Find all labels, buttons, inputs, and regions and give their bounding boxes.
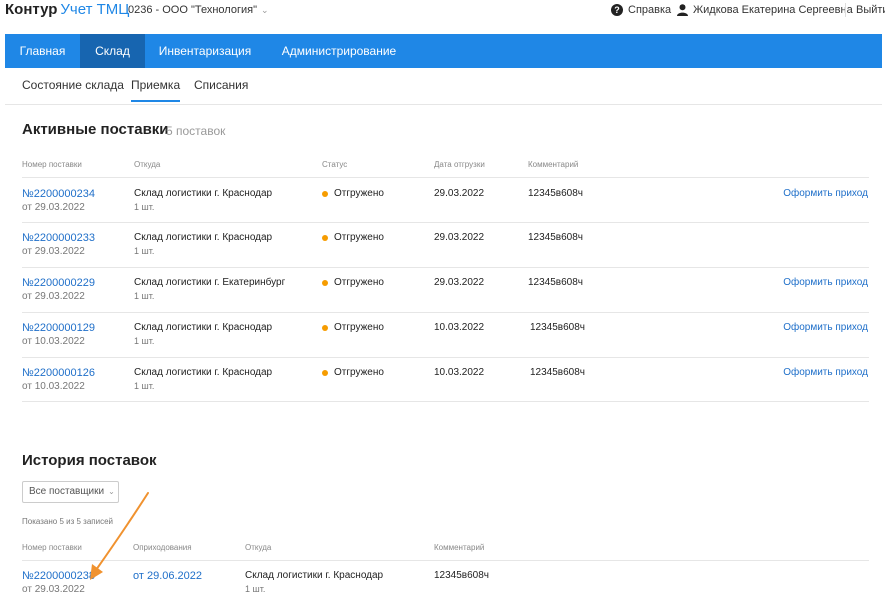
org-name: 0236 - ООО "Технология" — [128, 4, 257, 16]
quantity: 1 шт. — [245, 584, 266, 594]
divider — [845, 3, 846, 17]
chevron-down-icon: ⌄ — [260, 5, 269, 15]
column-header: Дата отгрузки — [434, 160, 485, 169]
table-row: №2200000126 от 10.03.2022 Склад логистик… — [0, 357, 885, 401]
source-warehouse: Склад логистики г. Краснодар — [245, 570, 384, 581]
sub-nav: Состояние склада Приемка Списания — [0, 68, 885, 104]
status: Отгружено — [322, 188, 384, 199]
shipment-date: 29.03.2022 — [434, 188, 485, 199]
help-label: Справка — [628, 4, 672, 16]
delivery-number-link[interactable]: №2200000233 — [22, 232, 95, 244]
tab-administration[interactable]: Администрирование — [265, 34, 413, 68]
logo[interactable]: Контур Учет ТМЦ — [5, 2, 129, 18]
delivery-date: от 10.03.2022 — [22, 336, 85, 347]
status-label: Отгружено — [334, 188, 384, 199]
shipment-date: 10.03.2022 — [434, 322, 485, 333]
subtab-stock-state[interactable]: Состояние склада — [22, 78, 124, 92]
table-row: №2200000129 от 10.03.2022 Склад логистик… — [0, 312, 885, 356]
status: Отгружено — [322, 277, 384, 288]
quantity: 1 шт. — [134, 291, 155, 301]
column-header: Номер поставки — [22, 160, 82, 169]
user-menu[interactable]: Жидкова Екатерина Сергеевна — [677, 4, 853, 16]
quantity: 1 шт. — [134, 202, 155, 212]
delivery-date: от 29.03.2022 — [22, 291, 85, 302]
brand-name: Контур — [5, 1, 58, 18]
register-receipt-link[interactable]: Оформить приход — [783, 277, 868, 288]
logout-link[interactable]: Выйти — [856, 4, 885, 16]
user-icon — [677, 4, 688, 16]
comment: 12345в608ч — [530, 367, 586, 378]
main-nav: Главная Склад Инвентаризация Администрир… — [5, 34, 882, 68]
shipment-date: 29.03.2022 — [434, 232, 485, 243]
subtab-receiving[interactable]: Приемка — [131, 78, 181, 102]
quantity: 1 шт. — [134, 381, 155, 391]
column-header: Откуда — [245, 543, 272, 552]
comment: 12345в608ч — [528, 277, 584, 288]
quantity: 1 шт. — [134, 246, 155, 256]
register-receipt-link[interactable]: Оформить приход — [783, 188, 868, 199]
tab-inventory[interactable]: Инвентаризация — [145, 34, 265, 68]
divider — [5, 104, 882, 105]
source-warehouse: Склад логистики г. Екатеринбург — [134, 277, 286, 288]
app-name: Учет ТМЦ — [60, 1, 130, 18]
comment: 12345в608ч — [530, 322, 586, 333]
source-warehouse: Склад логистики г. Краснодар — [134, 367, 273, 378]
status: Отгружено — [322, 367, 384, 378]
register-receipt-link[interactable]: Оформить приход — [783, 322, 868, 333]
top-bar: Контур Учет ТМЦ 0236 - ООО "Технология" ⌄ … — [0, 0, 885, 22]
source-warehouse: Склад логистики г. Краснодар — [134, 322, 273, 333]
table-row: №2200000229 от 29.03.2022 Склад логистик… — [0, 267, 885, 311]
tab-warehouse[interactable]: Склад — [80, 34, 145, 68]
comment: 12345в608ч — [434, 570, 490, 581]
column-header: Откуда — [134, 160, 161, 169]
comment: 12345в608ч — [528, 232, 584, 243]
status-label: Отгружено — [334, 277, 384, 288]
tab-main[interactable]: Главная — [5, 34, 80, 68]
status-dot-icon — [322, 369, 328, 376]
column-header: Комментарий — [434, 543, 485, 552]
status: Отгружено — [322, 322, 384, 333]
comment: 12345в608ч — [528, 188, 584, 199]
status-dot-icon — [322, 190, 328, 197]
question-icon: ? — [611, 4, 623, 16]
delivery-number-link[interactable]: №2200000234 — [22, 188, 95, 200]
history-title: История поставок — [22, 452, 157, 469]
org-selector[interactable]: 0236 - ООО "Технология" ⌄ — [128, 4, 269, 16]
status-label: Отгружено — [334, 232, 384, 243]
delivery-number-link[interactable]: №2200000126 — [22, 367, 95, 379]
source-warehouse: Склад логистики г. Краснодар — [134, 232, 273, 243]
active-deliveries-count: 5 поставок — [166, 124, 226, 138]
annotation-arrow-icon — [90, 492, 149, 580]
column-header: Статус — [322, 160, 348, 169]
source-warehouse: Склад логистики г. Краснодар — [134, 188, 273, 199]
delivery-number-link[interactable]: №2200000229 — [22, 277, 95, 289]
quantity: 1 шт. — [134, 336, 155, 346]
subtab-write-offs[interactable]: Списания — [194, 78, 248, 92]
help-link[interactable]: ? Справка — [611, 4, 671, 16]
shipment-date: 29.03.2022 — [434, 277, 485, 288]
status: Отгружено — [322, 232, 384, 243]
column-header: Комментарий — [528, 160, 579, 169]
delivery-date: от 29.03.2022 — [22, 246, 85, 257]
delivery-number-link[interactable]: №2200000129 — [22, 322, 95, 334]
status-dot-icon — [322, 279, 328, 286]
table-row: №2200000234 от 29.03.2022 Склад логистик… — [0, 178, 885, 222]
user-name: Жидкова Екатерина Сергеевна — [693, 4, 853, 16]
status-dot-icon — [322, 234, 328, 241]
divider — [22, 401, 869, 402]
delivery-date: от 29.03.2022 — [22, 202, 85, 213]
delivery-date: от 10.03.2022 — [22, 381, 85, 392]
table-row: №2200000233 от 29.03.2022 Склад логистик… — [0, 222, 885, 266]
register-receipt-link[interactable]: Оформить приход — [783, 367, 868, 378]
shipment-date: 10.03.2022 — [434, 367, 485, 378]
active-deliveries-title: Активные поставки — [22, 121, 169, 138]
status-label: Отгружено — [334, 367, 384, 378]
status-label: Отгружено — [334, 322, 384, 333]
status-dot-icon — [322, 324, 328, 331]
